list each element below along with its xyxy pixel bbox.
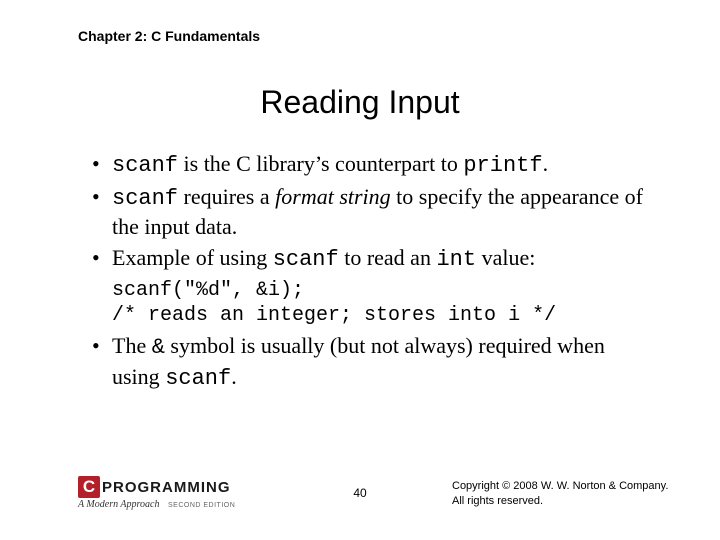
bullet-icon: • (92, 244, 112, 275)
book-logo: C PROGRAMMING A Modern Approach SECOND E… (78, 476, 258, 510)
bullet-4: • The & symbol is usually (but not alway… (92, 332, 652, 393)
chapter-heading: Chapter 2: C Fundamentals (78, 28, 260, 44)
logo-word: PROGRAMMING (102, 479, 231, 496)
bullet-1: • scanf is the C library’s counterpart t… (92, 150, 652, 181)
footer: C PROGRAMMING A Modern Approach SECOND E… (78, 470, 642, 510)
bullet-3: • Example of using scanf to read an int … (92, 244, 652, 275)
copyright-line-1: Copyright © 2008 W. W. Norton & Company. (452, 479, 672, 493)
code-scanf: scanf (273, 247, 339, 272)
emphasis-format-string: format string (275, 184, 391, 209)
slide-title: Reading Input (0, 84, 720, 121)
slide-body: • scanf is the C library’s counterpart t… (92, 150, 652, 396)
copyright-line-2: All rights reserved. (452, 494, 672, 508)
logo-c-icon: C (78, 476, 100, 498)
logo-subtitle: A Modern Approach (78, 499, 159, 510)
code-ampersand: & (152, 335, 165, 360)
code-printf: printf (463, 153, 542, 178)
logo-edition: SECOND EDITION (168, 502, 235, 509)
slide: Chapter 2: C Fundamentals Reading Input … (0, 0, 720, 540)
code-example: scanf("%d", &i); /* reads an integer; st… (112, 278, 652, 328)
copyright: Copyright © 2008 W. W. Norton & Company.… (452, 479, 672, 508)
code-int: int (436, 247, 476, 272)
bullet-icon: • (92, 183, 112, 242)
code-scanf: scanf (112, 153, 178, 178)
page-number: 40 (353, 486, 366, 500)
code-scanf: scanf (165, 366, 231, 391)
bullet-2: • scanf requires a format string to spec… (92, 183, 652, 242)
bullet-icon: • (92, 332, 112, 393)
bullet-icon: • (92, 150, 112, 181)
code-scanf: scanf (112, 186, 178, 211)
